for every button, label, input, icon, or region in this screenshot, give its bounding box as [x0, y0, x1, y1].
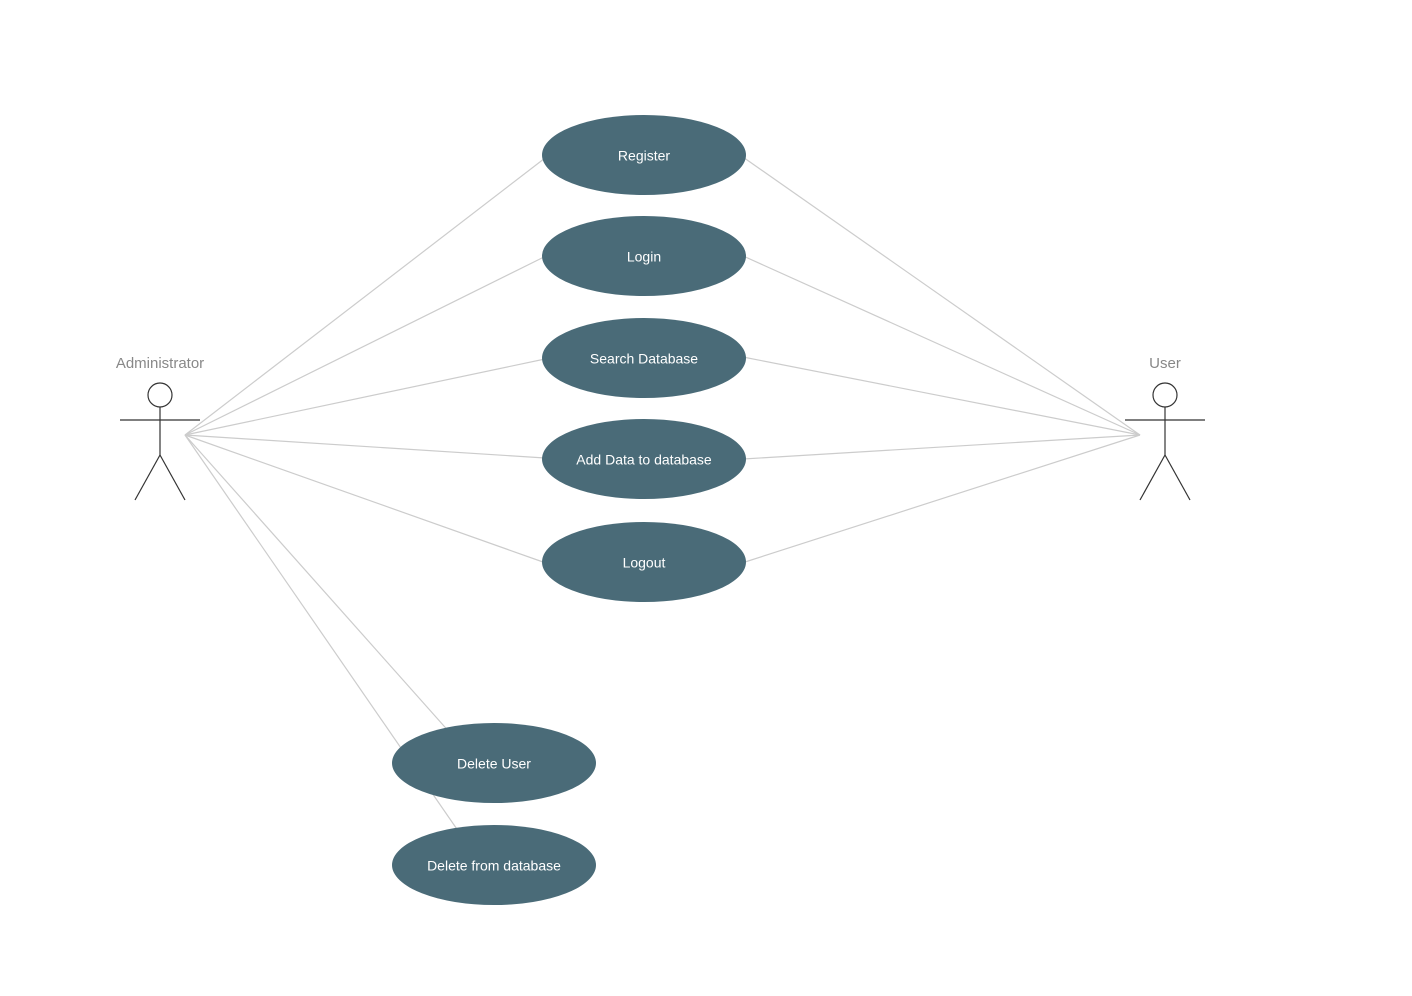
usecase-search-database-label: Search Database: [590, 351, 698, 367]
connector-admin-deleteuser: [185, 435, 476, 762]
usecase-delete-from-db-label: Delete from database: [427, 858, 561, 874]
connector-user-register: [740, 155, 1140, 435]
actor-user: User: [1125, 355, 1205, 500]
usecase-delete-from-db: Delete from database: [392, 825, 596, 905]
usecase-register-label: Register: [618, 148, 670, 164]
connector-user-search: [743, 357, 1140, 435]
connector-user-logout: [745, 435, 1140, 562]
actor-administrator-leg-right: [160, 455, 185, 500]
connector-admin-register: [185, 155, 549, 435]
use-case-diagram: Administrator User Register Login Search…: [0, 0, 1412, 996]
usecase-login-label: Login: [627, 249, 661, 265]
connector-user-login: [741, 255, 1140, 435]
usecase-logout: Logout: [542, 522, 746, 602]
usecase-register: Register: [542, 115, 746, 195]
actor-user-head: [1153, 383, 1177, 407]
usecase-search-database: Search Database: [542, 318, 746, 398]
usecase-logout-label: Logout: [623, 555, 666, 571]
actor-user-label: User: [1149, 355, 1181, 372]
usecase-login: Login: [542, 216, 746, 296]
usecase-add-data: Add Data to database: [542, 419, 746, 499]
usecase-add-data-label: Add Data to database: [576, 452, 712, 468]
user-connectors: [740, 155, 1140, 562]
actor-administrator: Administrator: [116, 355, 204, 500]
usecase-delete-user: Delete User: [392, 723, 596, 803]
connector-admin-deletefromdb: [185, 435, 481, 864]
connector-admin-login: [185, 255, 548, 435]
actor-administrator-label: Administrator: [116, 355, 204, 372]
connector-user-adddata: [743, 435, 1140, 459]
actor-administrator-head: [148, 383, 172, 407]
usecase-delete-user-label: Delete User: [457, 756, 531, 772]
actor-administrator-leg-left: [135, 455, 160, 500]
actor-user-leg-right: [1165, 455, 1190, 500]
actor-user-leg-left: [1140, 455, 1165, 500]
connector-admin-search: [185, 359, 545, 435]
